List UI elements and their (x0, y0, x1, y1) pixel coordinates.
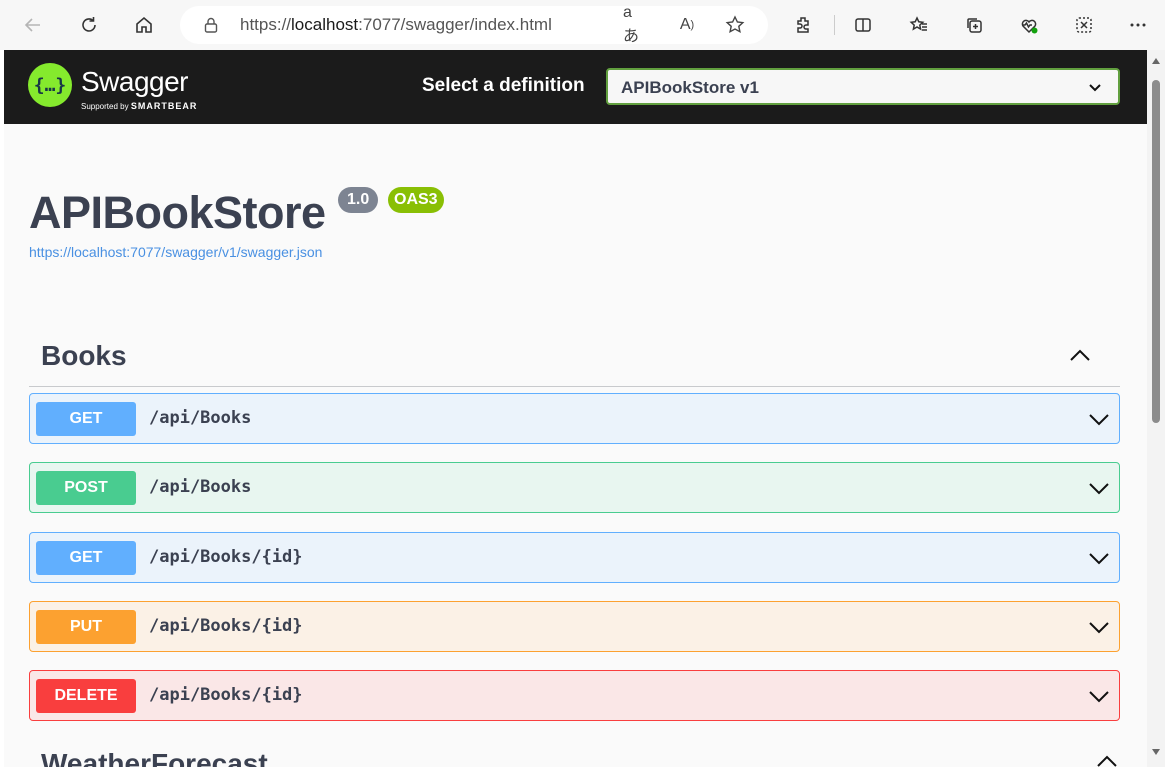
operation-path: /api/Books/{id} (149, 685, 303, 705)
method-badge: PUT (36, 610, 136, 644)
chevron-down-icon[interactable] (1087, 476, 1111, 500)
operation-delete-book[interactable]: DELETE /api/Books/{id} (29, 670, 1120, 721)
scroll-down-arrow-icon[interactable] (1152, 749, 1160, 755)
home-icon[interactable] (127, 8, 161, 42)
chevron-down-icon[interactable] (1087, 407, 1111, 431)
scroll-thumb[interactable] (1152, 80, 1160, 423)
operation-post-books[interactable]: POST /api/Books (29, 462, 1120, 513)
url-text: https://localhost:7077/swagger/index.htm… (240, 15, 552, 34)
toolbar-separator (834, 15, 835, 35)
tag-section-weatherforecast[interactable]: WeatherForecast (41, 748, 268, 767)
collections-icon[interactable] (957, 8, 991, 42)
operation-path: /api/Books (149, 408, 252, 428)
selected-definition: APIBookStore v1 (621, 78, 759, 97)
split-screen-icon[interactable] (846, 8, 880, 42)
tag-name: Books (41, 340, 127, 371)
lock-icon[interactable] (202, 16, 220, 34)
chevron-down-icon[interactable] (1087, 684, 1111, 708)
definition-select[interactable]: APIBookStore v1 (606, 68, 1120, 105)
method-badge: GET (36, 402, 136, 436)
browser-essentials-icon[interactable] (1012, 8, 1046, 42)
select-definition-label: Select a definition (422, 75, 585, 96)
favorites-icon[interactable] (902, 8, 936, 42)
chevron-down-icon[interactable] (1087, 546, 1111, 570)
chevron-up-icon[interactable] (1068, 344, 1092, 368)
operation-path: /api/Books (149, 477, 252, 497)
refresh-icon[interactable] (72, 8, 106, 42)
api-title: APIBookStore (29, 187, 326, 238)
chevron-down-icon (1089, 84, 1101, 92)
operation-path: /api/Books/{id} (149, 616, 303, 636)
operation-get-books[interactable]: GET /api/Books (29, 393, 1120, 444)
version-badge: 1.0 (338, 187, 379, 213)
read-aloud-icon[interactable]: A) (677, 15, 697, 35)
translate-icon[interactable]: aあ (623, 4, 643, 45)
vertical-scrollbar[interactable] (1147, 50, 1165, 767)
spec-url-link[interactable]: https://localhost:7077/swagger/v1/swagge… (29, 244, 322, 260)
extensions-icon[interactable] (786, 8, 820, 42)
favorite-star-icon[interactable] (725, 15, 745, 35)
web-capture-icon[interactable] (1067, 8, 1101, 42)
method-badge: DELETE (36, 679, 136, 713)
swagger-topbar: {…} Swagger Supported by SMARTBEAR Selec… (4, 50, 1147, 124)
chevron-down-icon[interactable] (1087, 615, 1111, 639)
more-options-icon[interactable] (1121, 8, 1155, 42)
oas-badge: OAS3 (388, 187, 444, 213)
method-badge: POST (36, 471, 136, 505)
tag-section-books[interactable]: Books (29, 320, 1120, 387)
method-badge: GET (36, 541, 136, 575)
swagger-logo-icon[interactable]: {…} (28, 63, 72, 107)
operation-get-book-by-id[interactable]: GET /api/Books/{id} (29, 532, 1120, 583)
page-viewport: {…} Swagger Supported by SMARTBEAR Selec… (4, 50, 1147, 767)
back-icon[interactable] (16, 8, 50, 42)
address-bar[interactable]: https://localhost:7077/swagger/index.htm… (180, 4, 768, 45)
chevron-up-icon[interactable] (1095, 750, 1119, 767)
logo-title[interactable]: Swagger (81, 66, 189, 98)
logo-subtitle: Supported by SMARTBEAR (81, 101, 198, 111)
browser-toolbar: https://localhost:7077/swagger/index.htm… (0, 0, 1165, 50)
operation-put-book[interactable]: PUT /api/Books/{id} (29, 601, 1120, 652)
scroll-up-arrow-icon[interactable] (1152, 58, 1160, 64)
operation-path: /api/Books/{id} (149, 547, 303, 567)
